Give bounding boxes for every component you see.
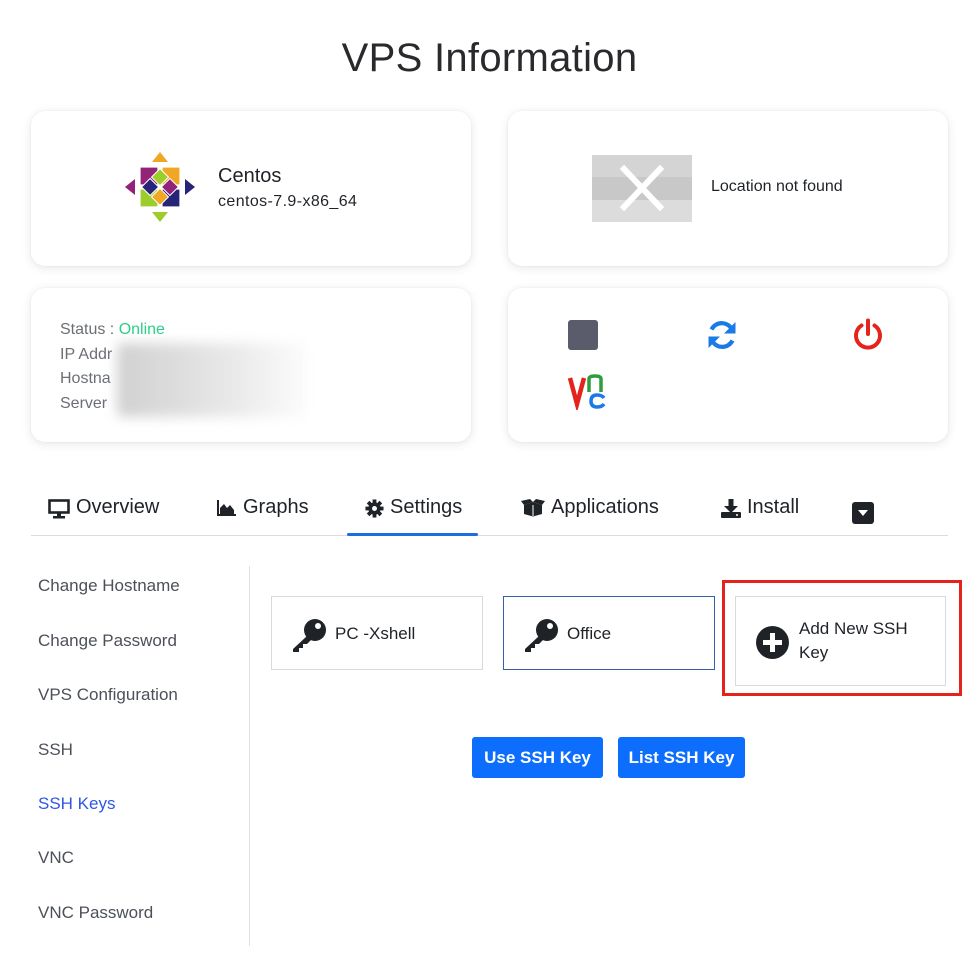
redacted-details [117, 343, 307, 417]
status-card: Status : Online IP Addr Hostna Server [31, 288, 471, 442]
os-name: Centos [218, 165, 282, 187]
page-title: VPS Information [341, 36, 638, 80]
power-icon[interactable] [851, 318, 885, 352]
gear-icon [365, 499, 384, 518]
key-icon [293, 619, 326, 652]
add-ssh-key-label: Add New SSH Key [799, 619, 908, 662]
more-tabs-dropdown[interactable] [852, 502, 874, 524]
tab-graphs[interactable]: Graphs [217, 496, 309, 536]
status-line: Status : Online [60, 318, 165, 343]
monitor-icon [48, 499, 70, 519]
tab-overview[interactable]: Overview [48, 496, 159, 536]
sidebar-item-vps-configuration[interactable]: VPS Configuration [38, 685, 178, 705]
tab-bar: Overview Graphs Settings Applications In… [31, 488, 948, 536]
ssh-key-card[interactable]: Office [503, 596, 715, 670]
ssh-key-label: PC -Xshell [335, 624, 416, 643]
tab-settings[interactable]: Settings [365, 496, 462, 536]
location-text: Location not found [711, 178, 843, 195]
location-card: Location not found [508, 111, 948, 266]
area-chart-icon [217, 500, 236, 516]
add-ssh-key-card[interactable]: Add New SSH Key [735, 596, 946, 686]
plus-circle-icon [756, 626, 789, 659]
map-unavailable-icon [592, 155, 692, 222]
ssh-key-label: Office [567, 624, 612, 643]
download-icon [721, 499, 741, 518]
list-ssh-key-button[interactable]: List SSH Key [618, 737, 745, 778]
tab-label: Install [747, 496, 800, 518]
settings-sidebar: Change Hostname Change Password VPS Conf… [38, 566, 250, 946]
tab-label: Settings [390, 496, 463, 518]
boxes-icon [521, 499, 545, 517]
sidebar-item-vnc-password[interactable]: VNC Password [38, 903, 153, 923]
caret-down-icon [858, 510, 868, 516]
tab-label: Graphs [243, 496, 309, 518]
tab-label: Applications [551, 496, 659, 518]
tab-install[interactable]: Install [721, 496, 799, 536]
stop-icon[interactable] [568, 320, 598, 350]
key-icon [525, 619, 558, 652]
status-value: Online [118, 321, 165, 338]
use-ssh-key-button[interactable]: Use SSH Key [472, 737, 603, 778]
power-controls-card [508, 288, 948, 442]
sidebar-item-ssh[interactable]: SSH [38, 740, 73, 760]
sidebar-item-ssh-keys[interactable]: SSH Keys [38, 794, 115, 814]
sidebar-item-change-password[interactable]: Change Password [38, 631, 177, 651]
vnc-icon[interactable] [568, 374, 608, 410]
restart-icon[interactable] [705, 318, 739, 352]
active-tab-indicator [347, 533, 478, 536]
tab-applications[interactable]: Applications [521, 496, 659, 536]
status-label: Status : [60, 321, 119, 338]
os-version: centos-7.9-x86_64 [218, 193, 358, 210]
os-card: Centos centos-7.9-x86_64 [31, 111, 471, 266]
tab-label: Overview [76, 496, 160, 518]
sidebar-item-vnc[interactable]: VNC [38, 848, 74, 868]
sidebar-item-change-hostname[interactable]: Change Hostname [38, 576, 180, 596]
centos-logo-icon [125, 152, 195, 222]
ssh-key-card[interactable]: PC -Xshell [271, 596, 483, 670]
